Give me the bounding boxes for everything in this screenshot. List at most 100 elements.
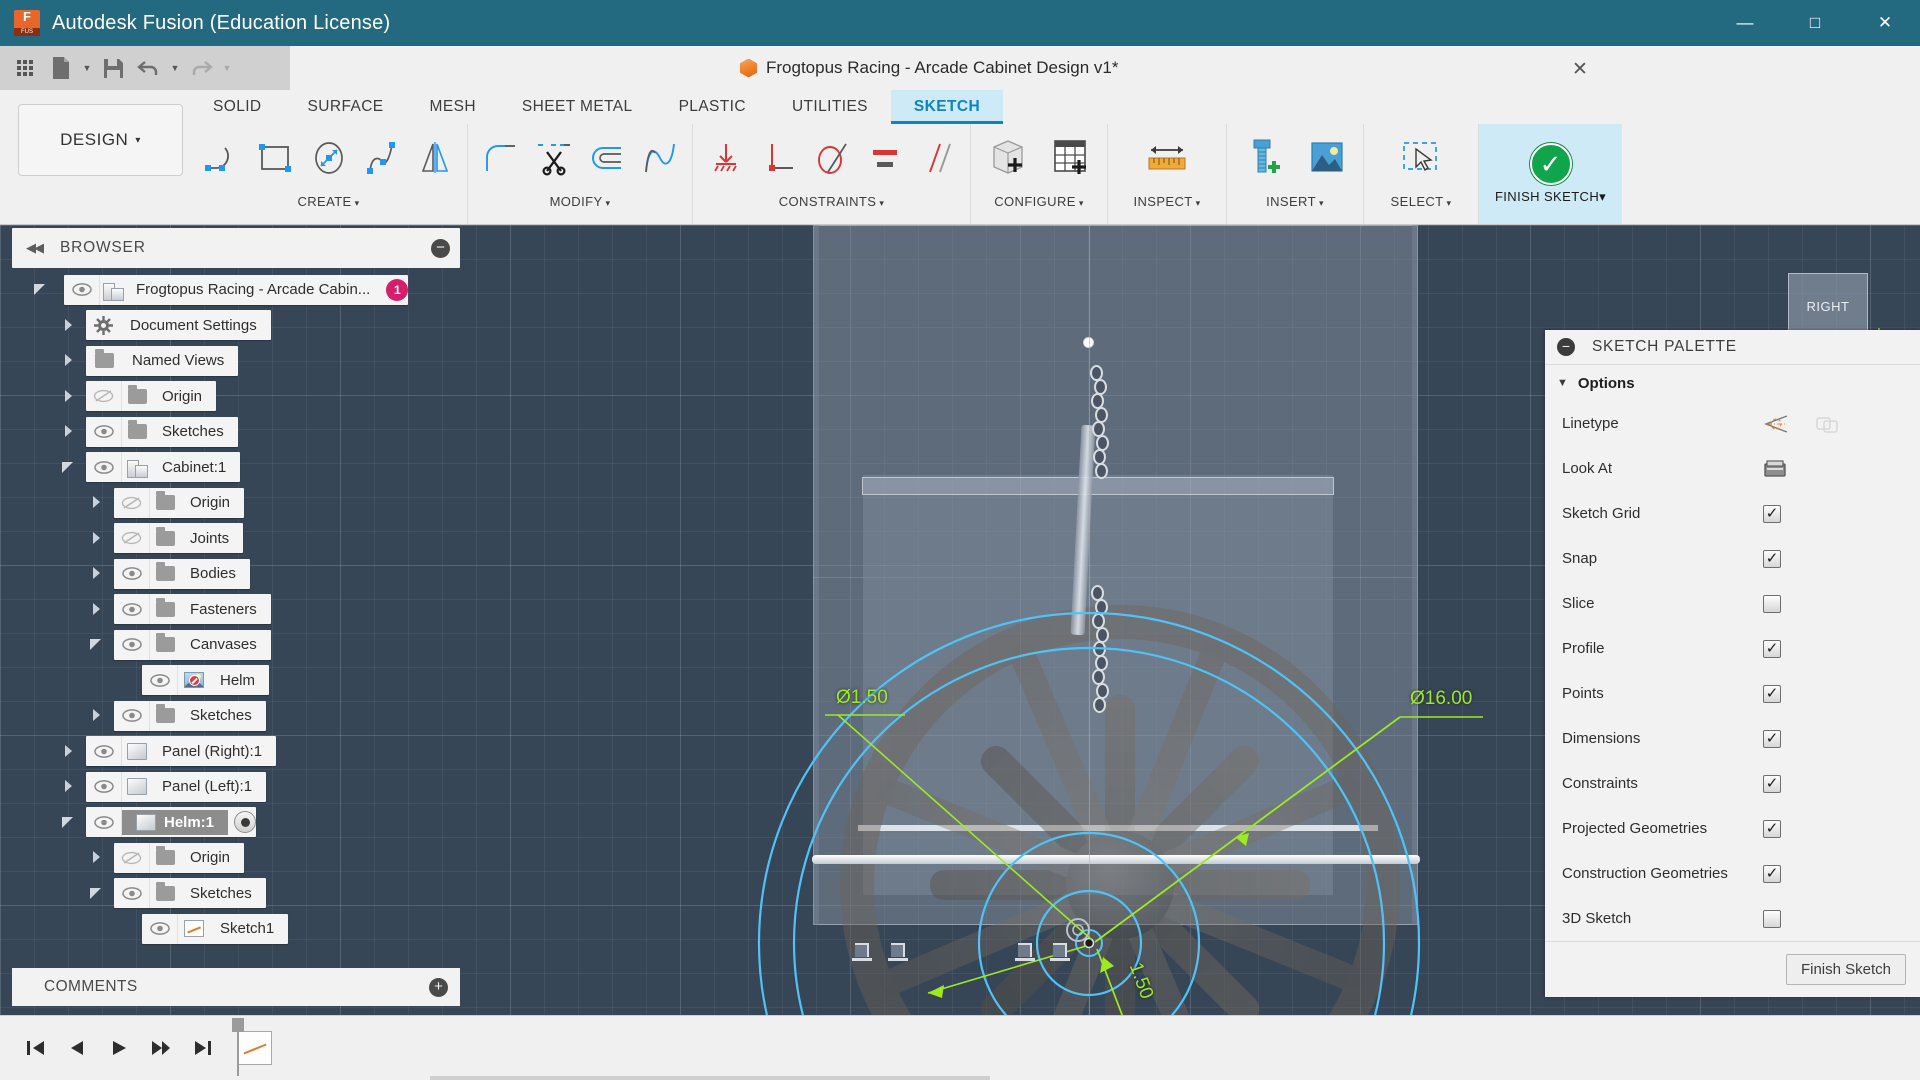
visibility-eye-icon[interactable] — [86, 452, 122, 483]
tree-item-label[interactable]: Cabinet:1 — [152, 459, 240, 476]
perpendicular-constraint-icon[interactable] — [752, 127, 805, 189]
ribbon-group-label-insert[interactable]: INSERT ▾ — [1233, 192, 1357, 218]
tree-row[interactable]: Panel (Left):1 — [0, 769, 470, 805]
document-tab[interactable]: Frogtopus Racing - Arcade Cabinet Design… — [740, 46, 1118, 90]
visibility-eye-icon[interactable] — [86, 736, 122, 767]
timeline-play-icon[interactable] — [98, 1027, 140, 1069]
tab-solid[interactable]: SOLID — [190, 90, 285, 124]
tree-item-label[interactable]: Named Views — [122, 352, 238, 369]
expand-toggle-icon[interactable] — [90, 850, 104, 864]
slice-checkbox[interactable] — [1763, 594, 1781, 613]
coincident-constraint-icon[interactable] — [852, 943, 872, 961]
tree-item-label[interactable]: Bodies — [180, 565, 250, 582]
browser-minimize-icon[interactable]: − — [431, 238, 450, 258]
tangent-constraint-icon[interactable] — [805, 127, 858, 189]
visibility-eye-icon[interactable] — [114, 878, 150, 909]
browser-collapse-icon[interactable]: ◀◀ — [26, 240, 44, 256]
construction-icon[interactable] — [1814, 413, 1840, 435]
sketch-grid-checkbox[interactable] — [1763, 504, 1781, 523]
look-at-icon[interactable] — [1763, 458, 1787, 480]
projected-geometries-checkbox[interactable] — [1763, 819, 1781, 838]
expand-toggle-icon[interactable] — [90, 566, 104, 580]
tree-row[interactable]: Panel (Right):1 — [0, 734, 470, 770]
fillet-tool-icon[interactable] — [474, 127, 527, 189]
tree-item-label[interactable]: Helm — [210, 672, 269, 689]
visibility-eye-icon[interactable] — [142, 665, 178, 696]
tree-row[interactable]: Sketches — [0, 414, 470, 450]
tree-item-label[interactable]: Sketches — [180, 885, 266, 902]
tree-item-label[interactable]: Helm:1 — [122, 809, 229, 835]
tab-sketch[interactable]: SKETCH — [890, 90, 1004, 124]
mirror-tool-icon[interactable] — [408, 127, 461, 189]
ribbon-group-label-modify[interactable]: MODIFY ▾ — [474, 192, 686, 218]
expand-toggle-icon[interactable] — [62, 460, 76, 474]
ribbon-group-label-create[interactable]: CREATE ▾ — [196, 192, 461, 218]
equal-constraint-icon[interactable] — [858, 127, 911, 189]
visibility-eye-icon[interactable] — [114, 558, 150, 589]
tree-row[interactable]: Sketches — [0, 876, 470, 912]
expand-toggle-icon[interactable] — [62, 389, 76, 403]
parallel-constraint-icon[interactable] — [911, 127, 964, 189]
trim-tool-icon[interactable] — [527, 127, 580, 189]
visibility-eye-hidden-icon[interactable] — [114, 523, 150, 554]
palette-section-options[interactable]: ▼ Options — [1545, 365, 1920, 401]
tree-item-label[interactable]: Sketches — [180, 707, 266, 724]
expand-toggle-icon[interactable] — [34, 282, 48, 296]
tab-utilities[interactable]: UTILITIES — [769, 90, 891, 124]
tree-row[interactable]: Origin — [0, 379, 470, 415]
save-icon[interactable] — [96, 51, 130, 85]
horizontal-scrollbar[interactable] — [430, 1076, 990, 1080]
ribbon-group-label-constraints[interactable]: CONSTRAINTS ▾ — [699, 192, 964, 218]
visibility-eye-hidden-icon[interactable] — [114, 842, 150, 873]
expand-toggle-icon[interactable] — [62, 744, 76, 758]
timeline-jump-start-icon[interactable] — [14, 1027, 56, 1069]
timeline-step-forward-icon[interactable] — [140, 1027, 182, 1069]
expand-toggle-icon[interactable] — [90, 531, 104, 545]
spline-tool-icon[interactable] — [355, 127, 408, 189]
fix-constraint-icon[interactable] — [699, 127, 752, 189]
visibility-eye-icon[interactable] — [86, 807, 122, 838]
tree-row[interactable]: Bodies — [0, 556, 470, 592]
tree-row[interactable]: Joints — [0, 521, 470, 557]
tree-item-label[interactable]: Panel (Right):1 — [152, 743, 276, 760]
constraints-checkbox[interactable] — [1763, 774, 1781, 793]
measure-tool-icon[interactable] — [1136, 127, 1198, 189]
comments-panel[interactable]: COMMENTS + — [12, 968, 460, 1006]
coincident-constraint-icon[interactable] — [888, 943, 908, 961]
close-button[interactable]: ✕ — [1850, 0, 1920, 46]
expand-toggle-icon[interactable] — [62, 779, 76, 793]
visibility-eye-icon[interactable] — [114, 594, 150, 625]
timeline-step-back-icon[interactable] — [56, 1027, 98, 1069]
finish-sketch-button[interactable]: ✓ FINISH SKETCH▾ — [1479, 124, 1622, 224]
component-badge[interactable]: 1 — [386, 278, 409, 301]
tree-row[interactable]: Named Views — [0, 343, 470, 379]
add-comment-icon[interactable]: + — [429, 977, 448, 997]
circle-tool-icon[interactable] — [302, 127, 355, 189]
dimensions-checkbox[interactable] — [1763, 729, 1781, 748]
tree-row[interactable]: Canvases — [0, 627, 470, 663]
tree-item-label[interactable]: Joints — [180, 530, 243, 547]
workspace-selector[interactable]: DESIGN ▾ — [18, 104, 183, 176]
visibility-eye-icon[interactable] — [142, 913, 178, 944]
file-menu-caret-icon[interactable]: ▼ — [80, 51, 94, 85]
app-grid-icon[interactable] — [8, 51, 42, 85]
expand-toggle-icon[interactable] — [90, 637, 104, 651]
tree-row[interactable]: Document Settings — [0, 308, 470, 344]
undo-icon[interactable] — [132, 51, 166, 85]
offset-tool-icon[interactable] — [580, 127, 633, 189]
tree-row[interactable]: Origin — [0, 485, 470, 521]
break-tool-icon[interactable] — [633, 127, 686, 189]
tab-surface[interactable]: SURFACE — [285, 90, 407, 124]
configure-table-icon[interactable] — [1039, 127, 1101, 189]
dimension-small-bore[interactable]: Ø1.50 — [836, 687, 888, 709]
tab-mesh[interactable]: MESH — [407, 90, 499, 124]
3d-sketch-checkbox[interactable] — [1763, 909, 1781, 928]
insert-canvas-icon[interactable] — [1295, 127, 1357, 189]
tree-item-label[interactable]: Origin — [180, 849, 244, 866]
tree-item-label[interactable]: Canvases — [180, 636, 271, 653]
tree-item-label[interactable]: Sketch1 — [210, 920, 288, 937]
rectangle-tool-icon[interactable] — [249, 127, 302, 189]
tab-plastic[interactable]: PLASTIC — [656, 90, 769, 124]
construction-geometries-checkbox[interactable] — [1763, 864, 1781, 883]
visibility-eye-icon[interactable] — [86, 771, 122, 802]
